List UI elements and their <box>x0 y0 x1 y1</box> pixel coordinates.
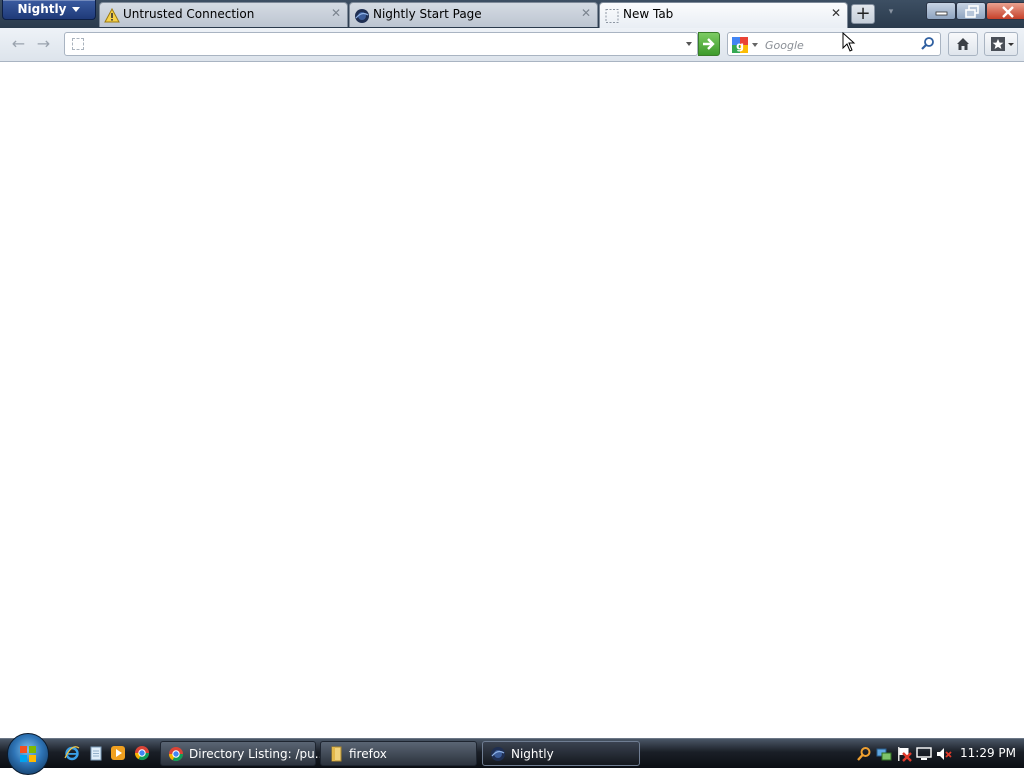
taskbar-item-label: firefox <box>349 747 387 761</box>
navigation-toolbar: ← → g <box>0 28 1024 62</box>
taskbar-item-label: Directory Listing: /pu... <box>189 747 327 761</box>
search-input[interactable] <box>763 35 917 55</box>
history-dropdown-icon[interactable] <box>686 42 692 46</box>
taskbar-item-directory-listing[interactable]: Directory Listing: /pu... <box>160 741 326 766</box>
search-icon[interactable] <box>856 746 872 762</box>
url-input[interactable] <box>93 35 677 55</box>
start-button[interactable] <box>7 733 49 775</box>
taskbar: Directory Listing: /pu... firefox Nightl… <box>0 733 1024 775</box>
folder-icon <box>331 746 342 762</box>
network-icon[interactable] <box>876 746 892 762</box>
display-icon[interactable] <box>916 746 932 762</box>
internet-explorer-icon[interactable] <box>64 745 80 761</box>
home-icon <box>957 38 969 50</box>
system-tray: 11:29 PM <box>852 742 1024 766</box>
windows-logo-icon <box>20 746 36 762</box>
go-button[interactable] <box>698 32 720 56</box>
bookmark-star-icon <box>991 37 1014 51</box>
back-arrow-icon: ← <box>11 34 26 53</box>
blank-page-icon <box>605 9 619 23</box>
go-arrow-icon <box>703 38 715 50</box>
restore-icon <box>965 5 979 18</box>
tab-new-tab[interactable]: New Tab ✕ <box>599 2 848 28</box>
search-icon[interactable] <box>920 36 936 52</box>
restore-button[interactable] <box>956 2 986 20</box>
google-icon[interactable]: g <box>732 37 748 53</box>
warning-icon <box>104 8 120 23</box>
home-button[interactable] <box>948 32 978 56</box>
clock[interactable]: 11:29 PM <box>960 746 1016 760</box>
new-tab-button[interactable]: + <box>851 4 875 24</box>
tab-label: New Tab <box>623 7 674 21</box>
volume-muted-icon[interactable] <box>936 746 952 762</box>
close-icon <box>1002 6 1014 18</box>
taskbar-item-firefox-folder[interactable]: firefox <box>320 741 477 766</box>
tab-label: Nightly Start Page <box>373 7 482 21</box>
blank-page-icon <box>72 38 84 50</box>
app-menu-label: Nightly <box>17 2 67 16</box>
list-all-tabs-button[interactable]: ▾ <box>880 5 902 23</box>
svg-text:g: g <box>736 40 744 53</box>
taskbar-item-label: Nightly <box>511 747 554 761</box>
minimize-icon <box>935 11 948 16</box>
chevron-down-icon[interactable] <box>752 43 758 47</box>
search-bar[interactable]: g <box>727 32 941 56</box>
notepad-icon[interactable] <box>88 745 104 761</box>
taskbar-item-nightly[interactable]: Nightly <box>482 741 640 766</box>
close-window-button[interactable] <box>986 2 1024 20</box>
back-forward-group: ← → <box>6 32 56 57</box>
chrome-icon[interactable] <box>134 745 150 761</box>
media-player-icon[interactable] <box>110 745 126 761</box>
chevron-down-icon <box>72 7 81 12</box>
close-icon[interactable]: ✕ <box>580 7 592 19</box>
app-menu-button[interactable]: Nightly <box>2 0 96 20</box>
url-bar[interactable] <box>64 32 698 56</box>
title-bar: Nightly Untrusted Connection ✕ Nightly S… <box>0 0 1024 28</box>
mouse-cursor-icon <box>842 32 856 52</box>
bookmarks-menu-button[interactable] <box>984 32 1018 56</box>
forward-button[interactable]: → <box>31 32 56 57</box>
forward-arrow-icon: → <box>36 34 51 53</box>
chrome-icon <box>168 747 184 762</box>
chevron-down-icon: ▾ <box>888 7 894 17</box>
tab-nightly-start-page[interactable]: Nightly Start Page ✕ <box>349 2 598 27</box>
minimize-button[interactable] <box>926 2 956 20</box>
action-center-flag-icon[interactable] <box>896 746 912 762</box>
nightly-globe-icon <box>355 9 369 23</box>
tab-untrusted-connection[interactable]: Untrusted Connection ✕ <box>99 2 348 27</box>
back-button[interactable]: ← <box>6 32 31 57</box>
nightly-globe-icon <box>491 747 505 761</box>
close-icon[interactable]: ✕ <box>830 7 842 19</box>
tab-label: Untrusted Connection <box>123 7 255 21</box>
close-icon[interactable]: ✕ <box>330 7 342 19</box>
plus-icon: + <box>855 3 871 24</box>
page-content[interactable] <box>0 62 1024 738</box>
